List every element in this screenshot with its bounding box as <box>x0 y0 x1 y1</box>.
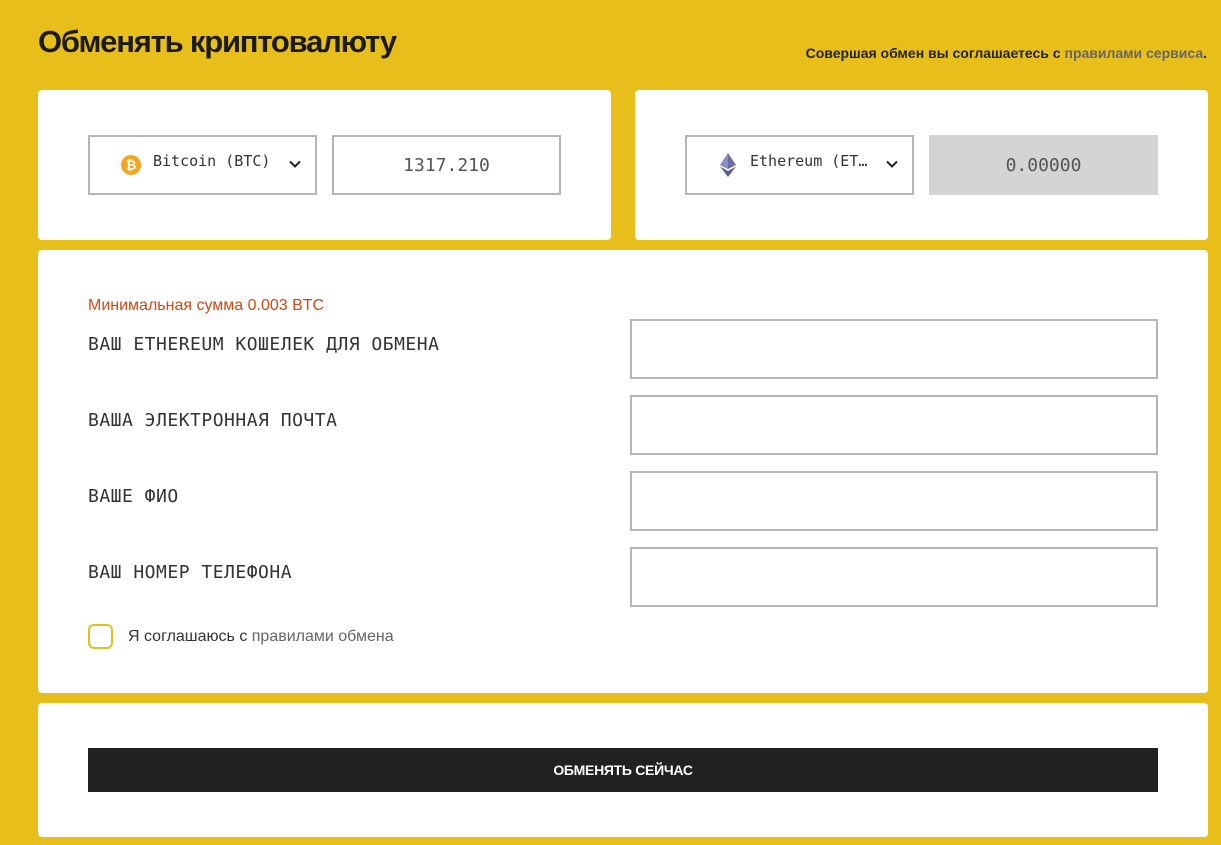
from-currency-select[interactable]: ₿ Bitcoin (BTC) <box>88 135 317 195</box>
exchange-form-card: Минимальная сумма 0.003 BTC ВАШ ETHEREUM… <box>38 250 1208 693</box>
service-rules-link[interactable]: правилами сервиса <box>1064 45 1203 61</box>
phone-label: ВАШ НОМЕР ТЕЛЕФОНА <box>88 562 293 583</box>
agree-prefix: Я соглашаюсь с <box>128 627 252 645</box>
bitcoin-icon: ₿ <box>121 155 141 175</box>
exchange-rules-link[interactable]: правилами обмена <box>252 628 394 645</box>
rules-note-prefix: Совершая обмен вы соглашаетесь с <box>805 45 1065 61</box>
to-currency-select[interactable]: Ethereum (ETH) <box>685 135 914 195</box>
agree-row: Я соглашаюсь с правилами обмена <box>88 624 394 649</box>
ethereum-icon <box>718 153 738 177</box>
email-input[interactable] <box>630 395 1158 455</box>
to-currency-label: Ethereum (ETH) <box>750 152 870 170</box>
to-currency-card: Ethereum (ETH) 0.00000 <box>635 90 1208 240</box>
agree-checkbox[interactable] <box>88 624 113 649</box>
full-name-label: ВАШЕ ФИО <box>88 486 179 507</box>
phone-input[interactable] <box>630 547 1158 607</box>
full-name-input[interactable] <box>630 471 1158 531</box>
agree-text: Я соглашаюсь с правилами обмена <box>128 628 394 646</box>
svg-text:₿: ₿ <box>126 158 137 173</box>
minimum-amount-warning: Минимальная сумма 0.003 BTC <box>88 297 325 314</box>
from-currency-card: ₿ Bitcoin (BTC) 1317.210 <box>38 90 611 240</box>
service-rules-note: Совершая обмен вы соглашаетесь с правила… <box>806 45 1207 61</box>
from-amount-input[interactable]: 1317.210 <box>332 135 561 195</box>
wallet-label: ВАШ ETHEREUM КОШЕЛЕК ДЛЯ ОБМЕНА <box>88 334 440 355</box>
to-amount-output: 0.00000 <box>929 135 1158 195</box>
page-title: Обменять криптовалюту <box>38 24 397 59</box>
rules-note-suffix: . <box>1203 45 1207 61</box>
chevron-down-icon <box>884 156 900 172</box>
email-label: ВАША ЭЛЕКТРОННАЯ ПОЧТА <box>88 410 338 431</box>
from-currency-label: Bitcoin (BTC) <box>153 152 271 170</box>
wallet-input[interactable] <box>630 319 1158 379</box>
chevron-down-icon <box>287 156 303 172</box>
exchange-now-button[interactable]: ОБМЕНЯТЬ СЕЙЧАС <box>88 748 1158 792</box>
submit-card: ОБМЕНЯТЬ СЕЙЧАС <box>38 703 1208 837</box>
